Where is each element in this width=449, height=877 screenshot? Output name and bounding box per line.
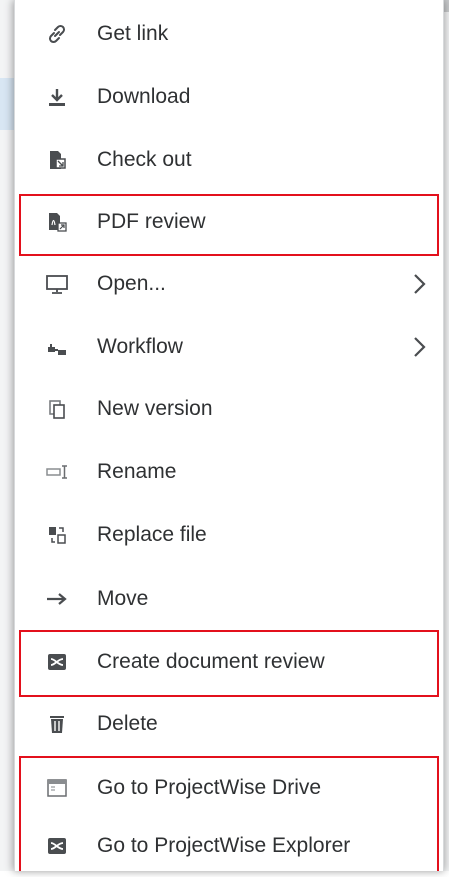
menu-item-workflow[interactable]: Workflow xyxy=(15,316,445,378)
chevron-right-icon xyxy=(414,274,426,294)
menu-item-label: Go to ProjectWise Explorer xyxy=(97,834,351,857)
menu-item-label: Get link xyxy=(97,22,169,45)
menu-item-delete[interactable]: Delete xyxy=(15,693,445,755)
menu-item-label: Replace file xyxy=(97,523,207,546)
menu-item-label: Open... xyxy=(97,272,166,295)
menu-item-label: Rename xyxy=(97,460,177,483)
menu-item-pdf-review[interactable]: PDF review xyxy=(15,191,445,253)
chevron-right-icon xyxy=(414,337,426,357)
menu-item-label: New version xyxy=(97,397,213,420)
monitor-icon xyxy=(45,272,69,296)
menu-item-check-out[interactable]: Check out xyxy=(15,129,445,191)
menu-item-go-to-projectwise-explorer[interactable]: Go to ProjectWise Explorer xyxy=(15,815,445,877)
document-review-icon xyxy=(45,650,69,674)
pdf-review-icon xyxy=(45,210,69,234)
menu-item-label: Go to ProjectWise Drive xyxy=(97,776,322,799)
arrow-right-icon xyxy=(45,587,69,611)
menu-item-replace-file[interactable]: Replace file xyxy=(15,504,445,566)
menu-item-rename[interactable]: Rename xyxy=(15,441,445,503)
menu-item-label: Create document review xyxy=(97,650,325,673)
new-version-icon xyxy=(45,397,69,421)
workflow-icon xyxy=(45,335,69,359)
rename-icon xyxy=(45,460,69,484)
menu-item-label: Move xyxy=(97,587,149,610)
menu-item-download[interactable]: Download xyxy=(15,66,445,128)
link-icon xyxy=(45,22,69,46)
menu-item-label: Download xyxy=(97,85,191,108)
menu-item-go-to-projectwise-drive[interactable]: Go to ProjectWise Drive xyxy=(15,757,445,819)
menu-item-open[interactable]: Open... xyxy=(15,253,445,315)
download-icon xyxy=(45,85,69,109)
menu-item-new-version[interactable]: New version xyxy=(15,378,445,440)
projectwise-explorer-icon xyxy=(45,834,69,858)
menu-item-label: PDF review xyxy=(97,210,206,233)
replace-file-icon xyxy=(45,523,69,547)
projectwise-drive-icon xyxy=(45,776,69,800)
trash-icon xyxy=(45,712,69,736)
menu-item-get-link[interactable]: Get link xyxy=(15,3,445,65)
menu-item-label: Check out xyxy=(97,148,192,171)
context-menu: Get link Download Check out PDF review O… xyxy=(14,0,444,871)
menu-item-label: Delete xyxy=(97,712,158,735)
check-out-icon xyxy=(45,148,69,172)
menu-item-move[interactable]: Move xyxy=(15,568,445,630)
menu-item-label: Workflow xyxy=(97,335,183,358)
menu-item-create-document-review[interactable]: Create document review xyxy=(15,631,445,693)
